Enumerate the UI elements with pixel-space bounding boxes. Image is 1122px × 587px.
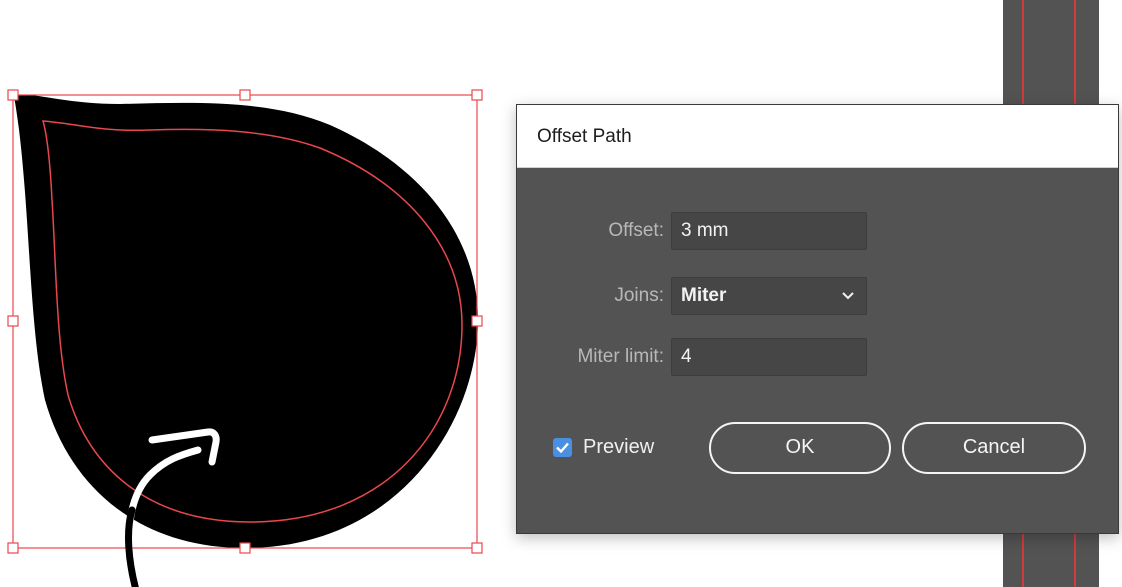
selection-handle[interactable] <box>7 542 19 554</box>
selection-handle[interactable] <box>471 315 483 327</box>
selection-handle[interactable] <box>7 315 19 327</box>
miter-limit-input[interactable]: 4 <box>671 338 867 376</box>
joins-select[interactable]: Miter <box>671 277 867 315</box>
miter-limit-label: Miter limit: <box>577 346 664 367</box>
selection-handle[interactable] <box>239 542 251 554</box>
selection-handle[interactable] <box>471 89 483 101</box>
preview-checkbox[interactable] <box>553 438 572 457</box>
joins-label: Joins: <box>614 285 664 306</box>
joins-value: Miter <box>681 285 727 306</box>
offset-input[interactable]: 3 mm <box>671 212 867 250</box>
offset-value: 3 mm <box>681 220 729 241</box>
dialog-title: Offset Path <box>537 126 632 147</box>
offset-path-dialog: Offset Path Offset: 3 mm Joins: Miter Mi… <box>516 104 1119 534</box>
preview-label[interactable]: Preview <box>583 436 654 459</box>
selection-handle[interactable] <box>7 89 19 101</box>
offset-shape[interactable] <box>14 94 478 548</box>
selection-handle[interactable] <box>471 542 483 554</box>
offset-label: Offset: <box>608 220 664 241</box>
dialog-titlebar[interactable]: Offset Path <box>517 105 1118 168</box>
checkmark-icon <box>556 442 569 454</box>
ok-button[interactable]: OK <box>709 422 891 474</box>
miter-limit-value: 4 <box>681 346 692 367</box>
canvas-artboard[interactable]: Offset Path Offset: 3 mm Joins: Miter Mi… <box>0 0 1122 587</box>
cancel-button[interactable]: Cancel <box>902 422 1086 474</box>
selection-handle[interactable] <box>239 89 251 101</box>
chevron-down-icon <box>842 292 854 300</box>
